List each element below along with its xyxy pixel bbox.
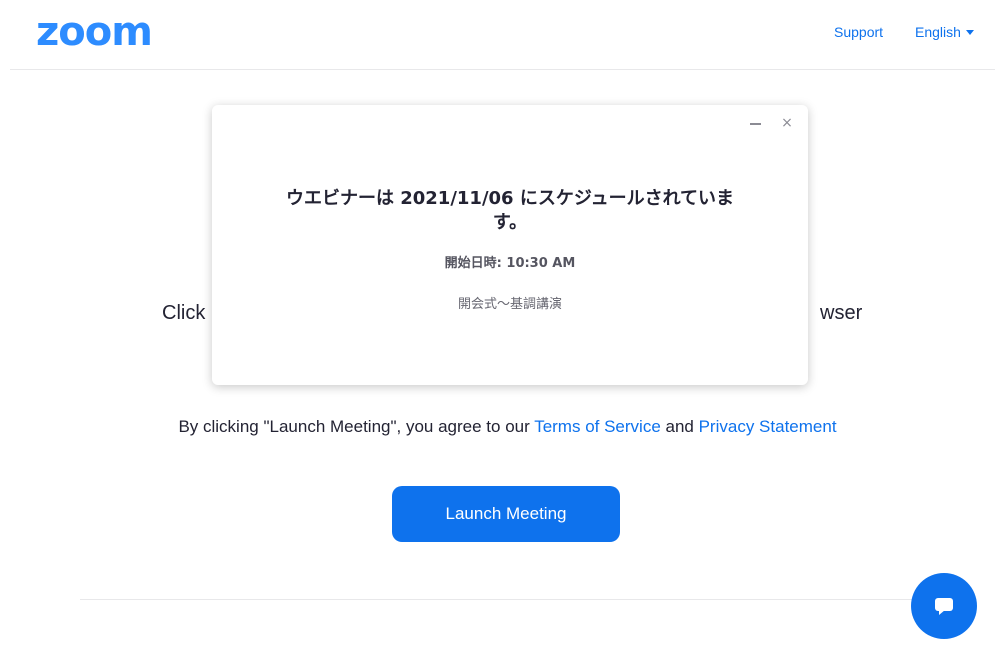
- session-description: 開会式～基調講演: [457, 297, 562, 312]
- support-link[interactable]: Support: [834, 24, 883, 40]
- instruction-text-left: Click: [162, 302, 206, 324]
- agreement-prefix: By clicking "Launch Meeting", you agree …: [178, 417, 535, 436]
- page: zoom Support English Click wser By click…: [0, 0, 995, 657]
- privacy-statement-link[interactable]: Privacy Statement: [699, 417, 837, 436]
- language-label: English: [915, 24, 961, 40]
- chat-bubble-icon: [935, 598, 953, 615]
- zoom-logo[interactable]: zoom: [36, 10, 153, 54]
- start-time: 開始日時: 10:30 AM: [444, 256, 576, 271]
- terms-of-service-link[interactable]: Terms of Service: [534, 417, 661, 436]
- footer-divider: [80, 599, 915, 600]
- chevron-down-icon: [965, 29, 974, 35]
- header: zoom Support English: [0, 0, 995, 70]
- instruction-text-right: wser: [820, 302, 863, 324]
- agreement-conjunction: and: [660, 417, 699, 436]
- close-icon[interactable]: ×: [779, 115, 795, 131]
- webinar-schedule-dialog: × ウエビナーは 2021/11/06 にスケジュールされています。 開始日時:…: [212, 105, 808, 385]
- dialog-title: ウエビナーは 2021/11/06 にスケジュールされています。: [285, 188, 735, 233]
- minimize-icon[interactable]: [748, 115, 764, 131]
- header-divider: [10, 69, 995, 70]
- launch-meeting-button[interactable]: Launch Meeting: [392, 486, 620, 542]
- chat-button[interactable]: [911, 573, 977, 639]
- language-selector[interactable]: English: [915, 24, 974, 40]
- agreement-text: By clicking "Launch Meeting", you agree …: [0, 417, 995, 437]
